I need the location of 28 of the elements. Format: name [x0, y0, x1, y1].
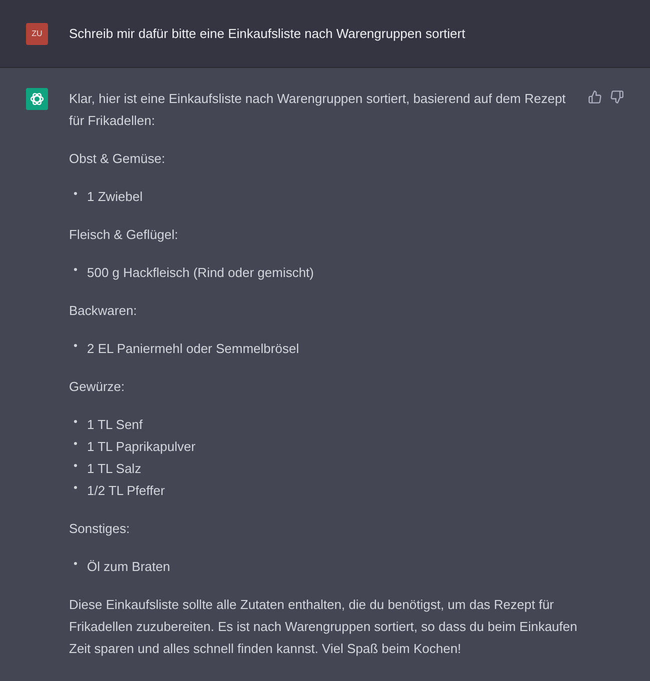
thumbs-down-icon[interactable] — [610, 90, 624, 104]
section-heading: Fleisch & Geflügel: — [69, 226, 180, 244]
section-heading: Gewürze: — [69, 378, 126, 396]
list-item: 1/2 TL Pfeffer — [87, 482, 165, 500]
bullet-icon — [74, 562, 77, 564]
bullet-icon — [74, 420, 77, 422]
user-avatar: ZU — [26, 22, 48, 44]
list-item: 1 TL Senf — [87, 416, 143, 434]
bullet-icon — [74, 442, 77, 444]
section-heading: Obst & Gemüse: — [69, 150, 166, 168]
bullet-icon — [74, 464, 77, 466]
bullet-icon — [74, 344, 77, 346]
bullet-icon — [74, 268, 77, 270]
list-item: 1 Zwiebel — [87, 188, 143, 206]
list-item: 500 g Hackfleisch (Rind oder gemischt) — [87, 264, 314, 282]
bullet-icon — [74, 486, 77, 488]
message-paragraph: Diese Einkaufsliste sollte alle Zutaten enthalten, die du benötigst, um das Rezept für Frikadellen zuzubereiten. Es ist nach Warengruppen sortiert, so dass du beim Einkaufen Zeit sparen und alles schnell finden kannst. Viel Spaß beim Kochen! — [69, 596, 578, 658]
list-item: 2 EL Paniermehl oder Semmelbrösel — [87, 340, 299, 358]
user-message: Schreib mir dafür bitte eine Einkaufsliste nach Warengruppen sortiert — [69, 24, 466, 43]
list-item: 1 TL Paprikapulver — [87, 438, 196, 456]
list-item: 1 TL Salz — [87, 460, 142, 478]
list-item: Öl zum Braten — [87, 558, 170, 576]
thumbs-up-icon[interactable] — [588, 90, 602, 104]
assistant-logo-icon — [26, 88, 48, 110]
bullet-icon — [74, 192, 77, 194]
message-paragraph: Klar, hier ist eine Einkaufsliste nach Warengruppen sortiert, basierend auf dem Rezept für Frikadellen: — [69, 90, 567, 130]
section-heading: Sonstiges: — [69, 520, 131, 538]
section-heading: Backwaren: — [69, 302, 138, 320]
